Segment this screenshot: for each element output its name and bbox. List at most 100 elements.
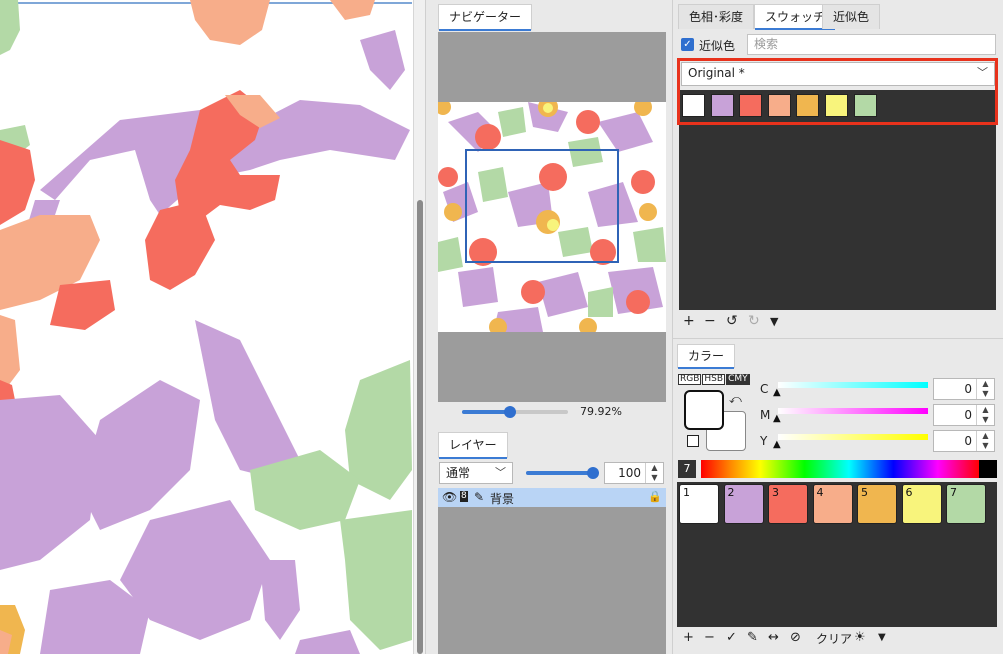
- layer-controls: 通常 ﹀ 100 ▲ ▼: [438, 460, 666, 486]
- navigator-thumbnail: [438, 102, 666, 332]
- channel-row: C ▲ 0 ▲ ▼: [760, 378, 996, 400]
- eye-icon[interactable]: 👁: [442, 490, 457, 504]
- swatch-number: 1: [683, 486, 690, 499]
- layer-list: 👁 8 ✎ 背景 🔒: [438, 488, 666, 654]
- remove-icon[interactable]: −: [704, 313, 716, 329]
- redo-icon[interactable]: ↻: [748, 313, 760, 329]
- canvas-artwork: [0, 0, 412, 654]
- custom-swatch[interactable]: 3: [768, 484, 808, 524]
- swap-colors-icon[interactable]: ⤺: [729, 392, 742, 407]
- channel-slider[interactable]: [778, 382, 928, 388]
- color-bottom-toolbar: + − ✓ ✎ ↔ ⊘ クリア ☀ ▼: [680, 630, 980, 650]
- tab-color[interactable]: カラー: [677, 344, 736, 369]
- swatch-number: 5: [861, 486, 868, 499]
- tab-label: カラー: [688, 349, 725, 363]
- navigator-view[interactable]: [438, 32, 666, 402]
- canvas-area[interactable]: [0, 0, 426, 654]
- channel-value-input[interactable]: 0 ▲ ▼: [933, 378, 995, 400]
- custom-swatch[interactable]: 5: [857, 484, 897, 524]
- zoom-level: 79.92%: [580, 405, 622, 418]
- spectrum-number: 7: [678, 460, 696, 478]
- tab-layers[interactable]: レイヤー: [438, 432, 508, 459]
- blend-mode-value: 通常: [446, 466, 471, 480]
- transparent-color-toggle[interactable]: [687, 435, 699, 447]
- tab-hue-saturation[interactable]: 色相･彩度: [678, 4, 755, 29]
- custom-swatch[interactable]: 1: [679, 484, 719, 524]
- color-spectrum[interactable]: [701, 460, 997, 478]
- zoom-slider-knob[interactable]: [503, 406, 516, 418]
- canvas-vertical-scrollbar[interactable]: [413, 0, 425, 654]
- custom-swatch[interactable]: 2: [723, 484, 764, 524]
- checkmark-icon[interactable]: ✓: [726, 630, 737, 645]
- blend-mode-select[interactable]: 通常 ﹀: [439, 462, 513, 484]
- custom-swatch[interactable]: 7: [946, 484, 986, 524]
- similar-color-checkbox[interactable]: ✓: [681, 38, 694, 51]
- channel-value-input[interactable]: 0 ▲ ▼: [933, 404, 995, 426]
- tab-similar-colors[interactable]: 近似色: [822, 4, 881, 29]
- chevron-down-icon: ﹀: [495, 466, 506, 479]
- menu-down-icon[interactable]: ▼: [878, 632, 886, 643]
- pencil-icon[interactable]: ✎: [747, 630, 758, 645]
- tab-label: ナビゲーター: [449, 10, 522, 24]
- channel-row: M ▲ 0 ▲ ▼: [760, 404, 996, 426]
- channel-value: 0: [964, 434, 972, 448]
- opacity-spinner[interactable]: ▲ ▼: [645, 463, 663, 483]
- prohibited-icon[interactable]: ⊘: [790, 630, 801, 645]
- zoom-slider-fill: [462, 410, 510, 414]
- tab-navigator[interactable]: ナビゲーター: [438, 4, 533, 31]
- custom-swatch[interactable]: 6: [901, 484, 942, 524]
- add-icon[interactable]: +: [683, 313, 695, 329]
- add-icon[interactable]: +: [683, 630, 694, 645]
- tab-label: レイヤー: [449, 438, 497, 452]
- foreground-color-box[interactable]: [684, 390, 724, 430]
- brightness-icon[interactable]: ☀: [854, 630, 866, 645]
- zoom-slider-row: 79.92%: [462, 404, 668, 420]
- tab-label: スウォッチ: [765, 10, 826, 24]
- channel-label: M: [760, 408, 771, 422]
- channel-value: 0: [964, 408, 972, 422]
- menu-down-icon[interactable]: ▼: [770, 315, 778, 328]
- slider-marker-icon[interactable]: ▲: [773, 439, 781, 450]
- channel-value: 0: [964, 382, 972, 396]
- cmy-mode-button[interactable]: CMY: [726, 374, 750, 385]
- channel-slider[interactable]: [778, 408, 928, 414]
- panel-divider: [672, 338, 1003, 339]
- value-spinner[interactable]: ▲ ▼: [976, 431, 994, 451]
- swap-horizontal-icon[interactable]: ↔: [768, 630, 779, 645]
- channel-slider[interactable]: [778, 434, 928, 440]
- swatch-number: 7: [950, 486, 957, 499]
- navigator-viewport-rect[interactable]: [465, 149, 619, 263]
- swatch-number: 4: [816, 486, 824, 499]
- swatch-toolbar: + − ↺ ↻ ▼: [680, 313, 880, 333]
- bit-depth-icon: 8: [460, 491, 468, 502]
- rgb-mode-button[interactable]: RGB: [678, 374, 702, 385]
- opacity-slider-knob[interactable]: [586, 467, 599, 479]
- search-placeholder: 検索: [754, 37, 779, 51]
- swatch-number: 3: [772, 486, 779, 499]
- channel-label: Y: [760, 434, 768, 448]
- layer-row[interactable]: 👁 8 ✎ 背景 🔒: [438, 488, 666, 507]
- similar-color-label: 近似色: [699, 39, 736, 53]
- opacity-slider-fill: [526, 471, 593, 475]
- value-spinner[interactable]: ▲ ▼: [976, 405, 994, 425]
- slider-marker-icon[interactable]: ▲: [773, 413, 781, 424]
- highlight-annotation: [677, 58, 998, 125]
- custom-color-swatches: 1 2 3 4 5 6 7: [677, 482, 997, 627]
- lock-icon[interactable]: 🔒: [648, 490, 662, 503]
- clear-button[interactable]: クリア: [816, 630, 852, 647]
- color-mode-buttons: RGB HSB CMY: [678, 374, 751, 385]
- channel-value-input[interactable]: 0 ▲ ▼: [933, 430, 995, 452]
- hsb-mode-button[interactable]: HSB: [702, 374, 726, 385]
- undo-icon[interactable]: ↺: [726, 313, 738, 329]
- remove-icon[interactable]: −: [704, 630, 715, 645]
- swatch-search-input[interactable]: 検索: [747, 34, 996, 55]
- custom-swatch[interactable]: 4: [812, 484, 853, 524]
- channel-label: C: [760, 382, 769, 396]
- slider-marker-icon[interactable]: ▲: [773, 387, 781, 398]
- opacity-input[interactable]: 100 ▲ ▼: [604, 462, 664, 484]
- swatch-number: 6: [905, 486, 913, 499]
- tab-label: 色相･彩度: [689, 10, 744, 24]
- tab-label: 近似色: [833, 10, 870, 24]
- scrollbar-thumb[interactable]: [417, 200, 423, 654]
- value-spinner[interactable]: ▲ ▼: [976, 379, 994, 399]
